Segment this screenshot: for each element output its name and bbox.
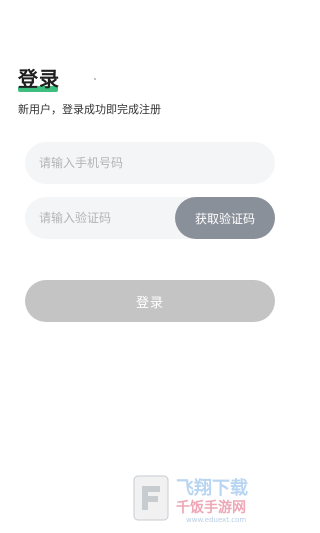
login-button[interactable]: 登录 (25, 280, 275, 322)
watermark-logo: 飞翔下载 千饭手游网 www.eduext.com (132, 472, 292, 524)
phone-input[interactable] (39, 156, 179, 170)
svg-text:千饭手游网: 千饭手游网 (176, 499, 246, 516)
verification-code-input[interactable] (39, 211, 179, 225)
page-title: 登录 (18, 67, 60, 91)
phone-field[interactable] (25, 142, 275, 184)
get-code-button[interactable]: 获取验证码 (175, 197, 275, 239)
page-subtitle: 新用户，登录成功即完成注册 (18, 103, 161, 116)
svg-text:www.eduext.com: www.eduext.com (186, 516, 246, 524)
svg-text:飞翔下载: 飞翔下载 (176, 477, 248, 499)
page-title-wrap: 登录 (18, 66, 78, 96)
watermark-logo-graphic: 飞翔下载 千饭手游网 www.eduext.com (133, 475, 248, 524)
decorative-dot (94, 78, 96, 80)
